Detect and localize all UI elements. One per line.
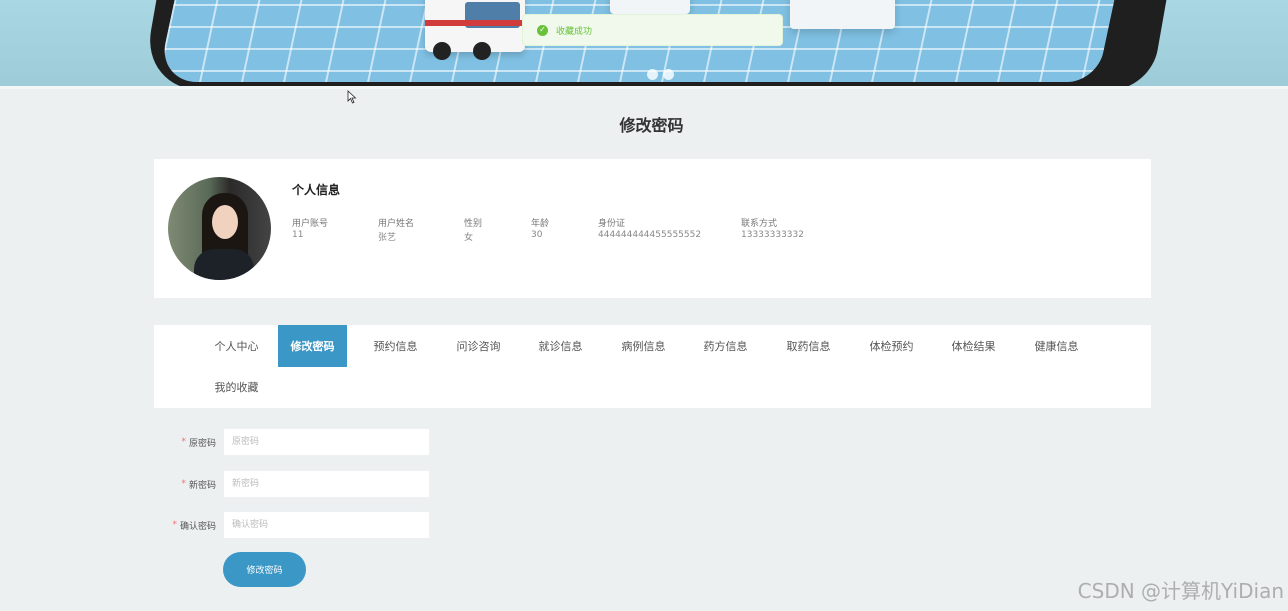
field-label: 身份证	[598, 219, 626, 229]
new-password-input[interactable]	[223, 470, 430, 498]
profile-field-name: 用户姓名 张艺	[378, 216, 464, 243]
tab-my-favorites[interactable]: 我的收藏	[209, 366, 264, 408]
field-label: 年龄	[531, 219, 550, 229]
page-title: 修改密码	[619, 116, 684, 135]
tab-medicine-pickup[interactable]: 取药信息	[781, 325, 836, 367]
profile-section-title: 个人信息	[292, 183, 341, 197]
tab-consultation[interactable]: 问诊咨询	[451, 325, 506, 367]
banner-building-block	[790, 0, 895, 29]
old-password-input[interactable]	[223, 428, 430, 456]
field-value: 13333333332	[741, 230, 804, 240]
check-circle-icon: ✓	[537, 24, 548, 36]
avatar	[168, 177, 271, 280]
required-mark: *	[172, 520, 177, 530]
carousel-dot[interactable]	[647, 69, 658, 80]
field-value: 女	[464, 233, 474, 243]
field-label: 用户账号	[292, 219, 329, 229]
tab-case-info[interactable]: 病例信息	[616, 325, 671, 367]
csdn-watermark: CSDN @计算机YiDian	[1077, 579, 1284, 603]
user-center-tabs: 个人中心 修改密码 预约信息 问诊咨询 就诊信息 病例信息 药方信息 取药信息 …	[154, 325, 1151, 408]
field-value: 11	[292, 230, 304, 240]
field-value: 30	[531, 230, 543, 240]
required-mark: *	[181, 437, 186, 447]
tab-personal-center[interactable]: 个人中心	[209, 325, 264, 367]
banner-building-block	[610, 0, 690, 14]
confirm-password-input[interactable]	[223, 511, 430, 539]
new-password-label: * 新密码	[181, 470, 216, 498]
profile-field-id-card: 身份证 444444444455555552	[598, 216, 741, 243]
tab-change-password[interactable]: 修改密码	[278, 325, 347, 367]
profile-field-gender: 性别 女	[464, 216, 531, 243]
profile-card: 个人信息 用户账号 11 用户姓名 张艺 性别 女 年龄 30 身份证 4444…	[154, 159, 1151, 298]
success-toast: ✓ 收藏成功	[522, 14, 783, 46]
new-password-label-text: 新密码	[188, 480, 216, 491]
old-password-label-text: 原密码	[188, 438, 216, 449]
confirm-password-label: * 确认密码	[172, 511, 216, 539]
profile-field-age: 年龄 30	[531, 216, 598, 243]
required-mark: *	[181, 479, 186, 489]
tab-checkup-results[interactable]: 体检结果	[946, 325, 1001, 367]
banner-divider	[0, 86, 1288, 89]
old-password-label: * 原密码	[181, 428, 216, 456]
tab-prescription-info[interactable]: 药方信息	[698, 325, 753, 367]
field-label: 用户姓名	[378, 219, 415, 229]
tab-checkup-booking[interactable]: 体检预约	[864, 325, 919, 367]
profile-field-account: 用户账号 11	[292, 216, 378, 243]
tab-visit-info[interactable]: 就诊信息	[533, 325, 588, 367]
tab-appointments[interactable]: 预约信息	[368, 325, 423, 367]
carousel-dot[interactable]	[663, 69, 674, 80]
confirm-password-row: * 确认密码	[154, 511, 434, 539]
profile-info-row: 用户账号 11 用户姓名 张艺 性别 女 年龄 30 身份证 444444444…	[292, 216, 841, 243]
toast-message: 收藏成功	[556, 26, 593, 37]
profile-field-phone: 联系方式 13333333332	[741, 216, 841, 243]
confirm-password-label-text: 确认密码	[179, 521, 216, 532]
field-label: 性别	[464, 219, 483, 229]
old-password-row: * 原密码	[154, 428, 434, 456]
field-value: 444444444455555552	[598, 230, 702, 240]
field-label: 联系方式	[741, 219, 778, 229]
field-value: 张艺	[378, 233, 397, 243]
tab-health-info[interactable]: 健康信息	[1029, 325, 1084, 367]
new-password-row: * 新密码	[154, 470, 434, 498]
banner-ambulance-illustration	[425, 0, 525, 60]
change-password-button[interactable]: 修改密码	[223, 552, 306, 587]
mouse-pointer-icon	[347, 90, 357, 104]
